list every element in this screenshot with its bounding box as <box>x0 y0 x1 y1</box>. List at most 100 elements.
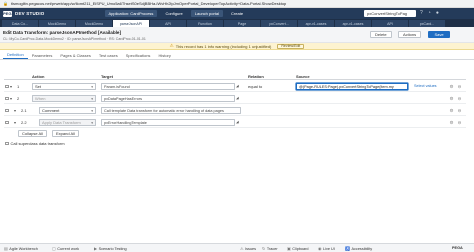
target-input[interactable]: pxErrorHandlingTemplate <box>101 119 235 126</box>
help-icon[interactable]: ? <box>420 10 423 16</box>
header-search-input[interactable]: pxConvertStringToPag <box>364 10 416 17</box>
step-row[interactable]: ▾ 2.2 Apply Data Transform ▾ pxErrorHand… <box>4 117 466 128</box>
browser-url-bar[interactable]: 🔒 tlsmogiltn.pegacos.net/prweb/app/w/llo… <box>0 0 474 8</box>
source-input[interactable]: @(Page-RULES:Page).pxConvertStringToPage… <box>296 83 408 90</box>
doc-tab[interactable]: apr-v1-cases <box>335 20 371 27</box>
scenario-testing-button[interactable]: ▶ Scenario Testing <box>94 246 127 251</box>
tab-specifications[interactable]: Specifications <box>122 53 155 60</box>
row-checkbox[interactable] <box>5 96 9 100</box>
doc-tab[interactable]: apr-v1-cases <box>298 20 334 27</box>
comment-input[interactable]: Call template Data transform for automat… <box>101 107 241 114</box>
tracer-button[interactable]: ↻ Tracer <box>262 246 278 251</box>
action-select[interactable]: Comment ▾ <box>39 107 96 114</box>
pega-logo[interactable]: PEGA <box>3 10 14 17</box>
target-picker-icon[interactable]: ◢ <box>236 120 240 125</box>
tab-parameters[interactable]: Parameters <box>28 53 57 60</box>
target-picker-icon[interactable]: ◢ <box>236 96 240 101</box>
collapse-all-button[interactable]: Collapse All <box>18 130 47 137</box>
rule-title: Edit Data Transform: parseJsonAPImethod … <box>3 30 122 35</box>
drag-handle-icon[interactable]: ▾ <box>14 120 16 125</box>
target-picker-icon[interactable]: ◢ <box>236 84 240 89</box>
collapse-icon[interactable]: ▾ <box>10 96 12 101</box>
row-checkbox[interactable] <box>5 120 9 124</box>
target-input[interactable]: pxDataPageHasErrors <box>101 95 235 102</box>
chevron-down-icon: ▾ <box>91 97 93 101</box>
warning-bar: ⚠ This record has 1 info warning (includ… <box>0 43 474 50</box>
actions-button[interactable]: Actions <box>398 31 422 38</box>
superclass-option[interactable]: Call superclass data transform <box>5 141 65 146</box>
action-select[interactable]: Apply Data Transform ▾ <box>39 119 96 126</box>
tab-pages-classes[interactable]: Pages & Classes <box>56 53 94 60</box>
studio-switcher[interactable]: DEV STUDIO <box>15 11 45 16</box>
current-work-label: Current work <box>57 246 80 251</box>
live-ui-button[interactable]: ◉ Live UI <box>318 246 335 251</box>
delete-row-icon[interactable]: ⊖ <box>457 108 462 113</box>
superclass-checkbox[interactable] <box>5 141 9 146</box>
doc-tab[interactable]: MockDemo <box>39 20 75 27</box>
doc-tab[interactable]: MockDemo <box>76 20 112 27</box>
delete-row-icon[interactable]: ⊖ <box>457 84 462 89</box>
doc-tab[interactable]: API <box>372 20 408 27</box>
doc-tab[interactable]: pxConvert... <box>261 20 297 27</box>
column-source: Source <box>296 73 310 79</box>
accessibility-icon: ♿ <box>345 246 350 251</box>
tab-history[interactable]: History <box>154 53 174 60</box>
step-row[interactable]: ▾ 1 Set ▾ Param.isFound ◢ equal to @(Pag… <box>4 81 466 92</box>
row-checkbox[interactable] <box>5 108 9 112</box>
action-select[interactable]: Set ▾ <box>32 83 96 90</box>
accessibility-button[interactable]: ♿ Accessibility <box>345 246 372 251</box>
agile-workbench-label: Agile Workbench <box>9 246 38 251</box>
settings-icon[interactable]: ⚙ <box>449 108 454 113</box>
step-row[interactable]: ▾ 2.1 Comment ▾ Call template Data trans… <box>4 105 466 116</box>
column-target: Target <box>101 73 113 79</box>
current-work-button[interactable]: ▢ Current work <box>52 246 79 251</box>
settings-icon[interactable]: ⚙ <box>449 120 454 125</box>
agile-workbench-button[interactable]: ▤ Agile Workbench <box>4 246 38 251</box>
doc-tab[interactable]: pxCard... <box>409 20 445 27</box>
expand-all-button[interactable]: Expand All <box>52 130 79 137</box>
select-values-link[interactable]: Select values <box>414 84 437 88</box>
settings-icon[interactable]: ⚙ <box>449 96 454 101</box>
delete-row-icon[interactable]: ⊖ <box>457 96 462 101</box>
delete-button[interactable]: Delete <box>370 31 392 38</box>
tab-test-cases[interactable]: Test cases <box>95 53 122 60</box>
doc-tab[interactable]: Page <box>224 20 260 27</box>
settings-icon[interactable]: ⚙ <box>449 84 454 89</box>
tab-definition[interactable]: Definition <box>3 52 28 59</box>
relation-value[interactable]: equal to <box>248 84 262 89</box>
row-checkbox[interactable] <box>5 84 9 88</box>
create-menu[interactable]: Create <box>227 10 247 17</box>
rule-header: Edit Data Transform: parseJsonAPImethod … <box>0 27 474 43</box>
warning-text: This record has 1 info warning (includin… <box>175 43 272 49</box>
application-selector[interactable]: Application: CardProcess <box>104 10 158 17</box>
scenario-testing-label: Scenario Testing <box>98 246 127 251</box>
target-input[interactable]: Param.isFound <box>101 83 235 90</box>
step-row[interactable]: ▾ 2 When ▾ pxDataPageHasErrors ◢ ⚙ ⊖ <box>4 93 466 104</box>
action-select[interactable]: When ▾ <box>32 95 96 102</box>
step-number: 2.2 <box>21 120 27 125</box>
url-text[interactable]: tlsmogiltn.pegacos.net/prweb/app/w/llomt… <box>11 1 286 6</box>
configure-menu[interactable]: Configure <box>161 10 186 17</box>
drag-handle-icon[interactable]: ▾ <box>10 84 12 89</box>
delete-row-icon[interactable]: ⊖ <box>457 120 462 125</box>
doc-tab[interactable]: Data Co... <box>2 20 38 27</box>
document-tabs: Data Co... MockDemo MockDemo parseJsonAP… <box>0 19 474 27</box>
doc-tab-active[interactable]: parseJsonAPI <box>113 20 149 27</box>
step-number: 1 <box>17 84 20 89</box>
warning-icon: ⚠ <box>169 43 174 48</box>
launch-portal-menu[interactable]: Launch portal <box>190 10 224 17</box>
doc-tab[interactable]: API <box>150 20 186 27</box>
live-ui-label: Live UI <box>323 246 335 251</box>
issues-button[interactable]: ⚠ Issues <box>240 246 256 251</box>
clipboard-label: Clipboard <box>292 246 309 251</box>
drag-handle-icon[interactable]: ▾ <box>14 108 16 113</box>
grid-header: Action Target Relation Source <box>4 72 466 80</box>
action-select-value: When <box>35 96 46 101</box>
review-edit-button[interactable]: Review/Edit <box>277 43 305 49</box>
clipboard-button[interactable]: ▣ Clipboard <box>287 246 309 251</box>
save-button[interactable]: Save <box>428 31 450 38</box>
notification-icon[interactable]: ◔ <box>428 10 431 16</box>
step-number: 2.1 <box>21 108 27 113</box>
doc-tab[interactable]: Function <box>187 20 223 27</box>
user-icon[interactable]: ● <box>436 10 439 16</box>
